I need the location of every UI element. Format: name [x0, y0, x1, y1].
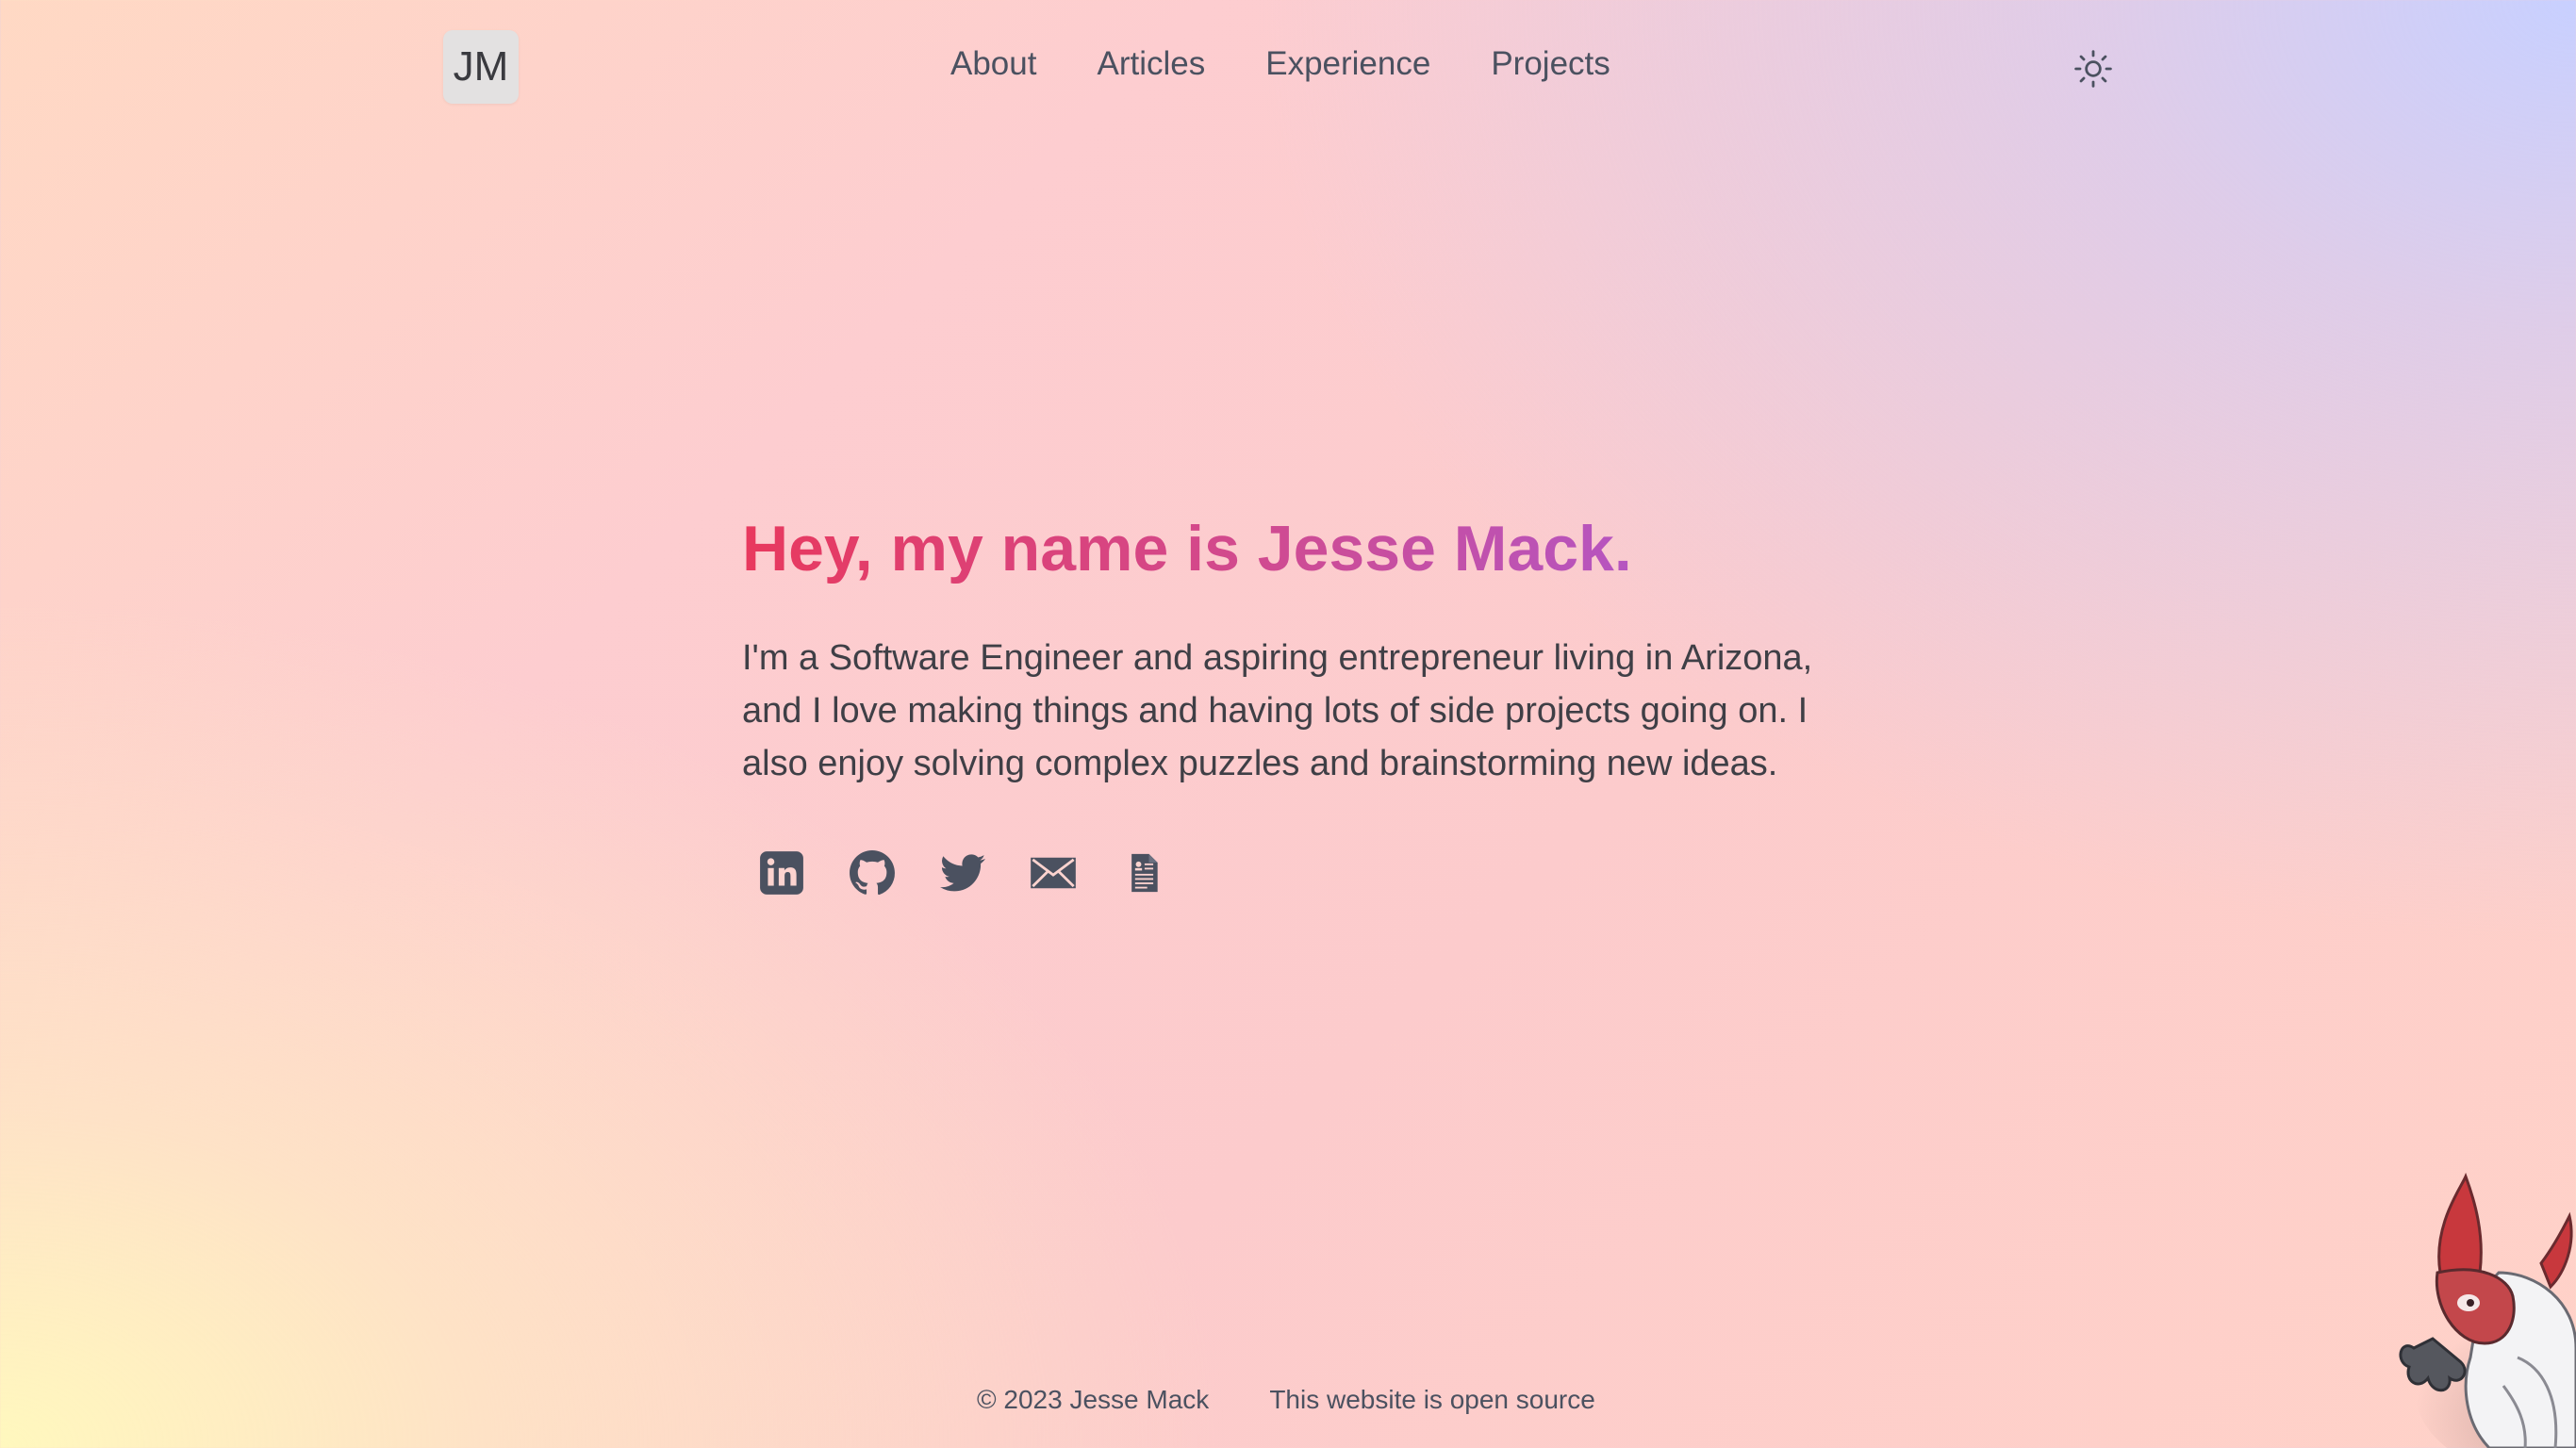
- linkedin-link[interactable]: [755, 847, 808, 899]
- sun-icon: [2074, 50, 2112, 88]
- mascot-image: [2376, 1169, 2576, 1448]
- nav-projects[interactable]: Projects: [1491, 47, 1610, 80]
- github-link[interactable]: [846, 847, 899, 899]
- footer-copyright: © 2023 Jesse Mack: [977, 1385, 1210, 1414]
- footer: © 2023 Jesse Mack This website is open s…: [977, 1385, 1595, 1415]
- hero-title: Hey, my name is Jesse Mack.: [742, 514, 1874, 584]
- hero-section: Hey, my name is Jesse Mack. I'm a Softwa…: [742, 514, 1874, 899]
- email-link[interactable]: [1027, 847, 1080, 899]
- nav-about[interactable]: About: [950, 47, 1036, 80]
- email-icon: [1031, 857, 1076, 889]
- mascot-illustration: [2399, 1172, 2576, 1448]
- nav-experience[interactable]: Experience: [1265, 47, 1430, 80]
- main-nav: About Articles Experience Projects: [950, 47, 1610, 80]
- linkedin-icon: [760, 850, 803, 895]
- nav-articles[interactable]: Articles: [1097, 47, 1205, 80]
- logo-text: JM: [453, 43, 509, 90]
- hero-intro: I'm a Software Engineer and aspiring ent…: [742, 637, 1813, 783]
- resume-icon: [1131, 853, 1158, 892]
- resume-link[interactable]: [1117, 847, 1170, 899]
- social-links: [755, 847, 1874, 899]
- logo[interactable]: JM: [443, 30, 519, 104]
- open-source-link[interactable]: This website is open source: [1269, 1385, 1595, 1415]
- twitter-icon: [940, 854, 985, 892]
- twitter-link[interactable]: [936, 847, 989, 899]
- github-icon: [850, 849, 895, 895]
- theme-toggle-button[interactable]: [2073, 49, 2113, 89]
